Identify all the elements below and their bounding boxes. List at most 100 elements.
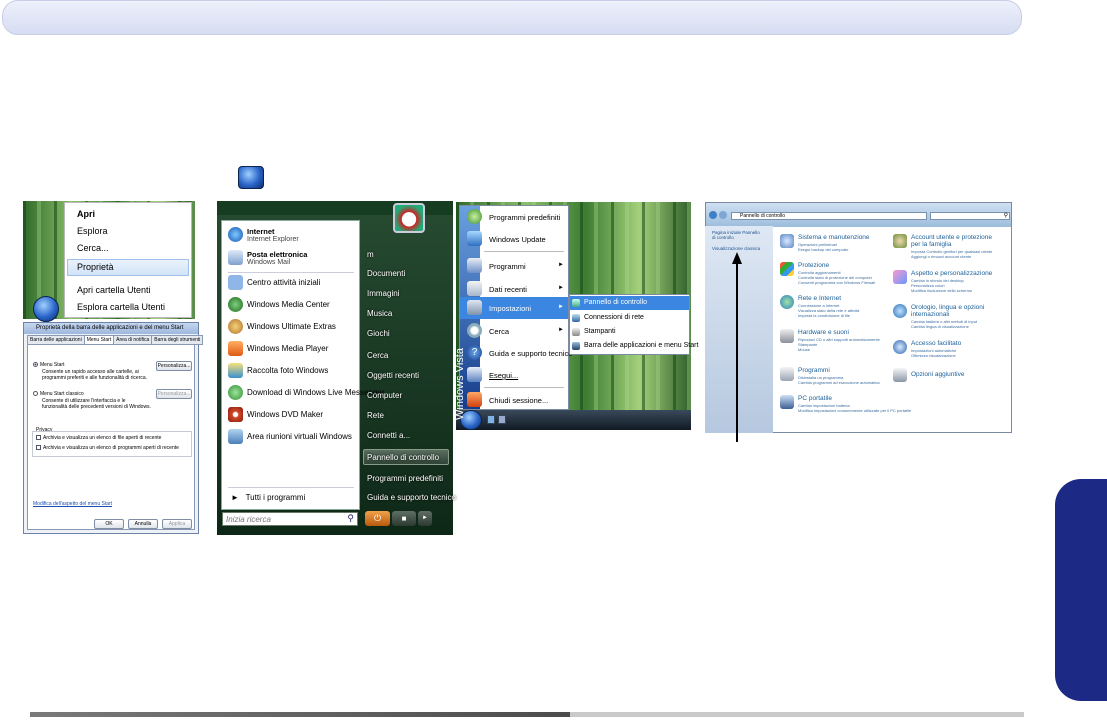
arrow-right-icon: ►	[558, 285, 564, 291]
right-item-help[interactable]: Guida e supporto tecnico	[367, 493, 456, 502]
classic-item-settings[interactable]: Impostazioni ►	[460, 297, 568, 319]
run-icon	[467, 367, 482, 382]
back-icon[interactable]	[709, 211, 717, 219]
quick-launch-icon[interactable]	[487, 415, 495, 424]
classic-item-default-programs[interactable]: Programmi predefiniti	[460, 206, 568, 228]
right-item-computer[interactable]: Computer	[367, 391, 402, 400]
right-item-music[interactable]: Musica	[367, 309, 392, 318]
category-link[interactable]: Ottimizza visualizzazione	[911, 353, 956, 358]
taskbar-icon	[572, 342, 580, 350]
search-icon: ⚲	[1003, 213, 1008, 219]
customize-button-2[interactable]: Personalizza...	[156, 389, 192, 399]
check-recent-files[interactable]: Archivia e visualizza un elenco di file …	[36, 435, 161, 441]
lock-icon[interactable]: ■	[392, 511, 416, 526]
classic-item-run[interactable]: Esegui...	[460, 364, 568, 386]
classic-item-search[interactable]: Cerca ►	[460, 320, 568, 342]
classic-item-help[interactable]: ? Guida e supporto tecnico	[460, 342, 572, 364]
right-item-control-panel[interactable]: Pannello di controllo	[367, 453, 439, 462]
laptop-icon	[780, 395, 794, 409]
program-item[interactable]: Area riunioni virtuali Windows	[222, 427, 361, 447]
sidebar-home-link[interactable]: Pagina iniziale Pannello di controllo	[712, 230, 764, 240]
menu-item-proprieta[interactable]: Proprietà	[77, 262, 114, 272]
quick-launch-icon[interactable]	[498, 415, 506, 424]
forward-icon[interactable]	[719, 211, 727, 219]
clock-globe-icon	[893, 304, 907, 318]
menu-item-cerca[interactable]: Cerca...	[77, 243, 109, 253]
radio-start-menu[interactable]	[33, 362, 38, 367]
footer-bar	[30, 712, 1024, 717]
cancel-button[interactable]: Annulla	[128, 519, 158, 529]
address-bar[interactable]: Pannello di controllo	[731, 212, 927, 220]
category-link[interactable]: Modifica risoluzione dello schermo	[911, 288, 972, 293]
category-title: Protezione	[798, 262, 830, 269]
program-item[interactable]: Windows Media Player	[222, 339, 361, 359]
search-box[interactable]: ⚲	[930, 212, 1010, 220]
classic-item-windows-update[interactable]: Windows Update	[460, 228, 568, 250]
submenu-taskbar-start[interactable]: Barra delle applicazioni e menu Start	[570, 339, 698, 353]
pinned-mail[interactable]: Posta elettronica Windows Mail	[222, 248, 361, 270]
start-menu-appearance-link[interactable]: Modifica dell'aspetto del menu Start	[33, 501, 112, 507]
right-item-connect[interactable]: Connetti a...	[367, 431, 410, 440]
right-item-recent[interactable]: Oggetti recenti	[367, 371, 419, 380]
submenu-label: Pannello di controllo	[584, 299, 648, 306]
start-search-box[interactable]: Inizia ricerca ⚲	[222, 512, 358, 526]
ease-of-access-icon	[893, 340, 907, 354]
classic-item-label: Windows Update	[489, 235, 546, 244]
program-label: Windows Ultimate Extras	[247, 322, 336, 331]
pinned-internet-title: Internet	[247, 227, 275, 236]
program-item[interactable]: Windows DVD Maker	[222, 405, 361, 425]
classic-item-label: Chiudi sessione...	[489, 396, 549, 405]
menu-item-esplora[interactable]: Esplora	[77, 226, 108, 236]
category-link[interactable]: Cambia lingua di visualizzazione	[911, 324, 969, 329]
classic-item-logoff[interactable]: Chiudi sessione...	[460, 389, 568, 411]
sidebar-classic-view-link[interactable]: Visualizzazione classica	[712, 246, 768, 251]
check-recent-programs[interactable]: Archivia e visualizza un elenco di progr…	[36, 445, 179, 451]
submenu-control-panel[interactable]: Pannello di controllo	[570, 296, 689, 310]
category-link[interactable]: Aggiungi o rimuovi account utente	[911, 254, 971, 259]
right-item-documents[interactable]: Documenti	[367, 269, 405, 278]
radio-classic-menu[interactable]	[33, 391, 38, 396]
menu-item-esplora-utenti[interactable]: Esplora cartella Utenti	[77, 302, 165, 312]
start-orb-icon[interactable]	[33, 296, 59, 322]
program-item[interactable]: Raccolta foto Windows	[222, 361, 361, 381]
menu-item-apri[interactable]: Apri	[77, 209, 95, 219]
option-classic-label: Menu Start classico	[40, 391, 84, 397]
category-link[interactable]: Consenti programma con Windows Firewall	[798, 280, 875, 285]
header-bar	[2, 0, 1022, 35]
right-item-pictures[interactable]: Immagini	[367, 289, 399, 298]
category-link[interactable]: Cambia programmi ad esecuzione automatic…	[798, 380, 880, 385]
programs-icon	[467, 258, 482, 273]
submenu-label: Barra delle applicazioni e menu Start	[584, 342, 699, 349]
category-link[interactable]: Modifica impostazioni comunemente utiliz…	[798, 408, 911, 413]
divider	[484, 251, 564, 252]
menu-item-apri-utenti[interactable]: Apri cartella Utenti	[77, 285, 151, 295]
power-options-arrow-icon[interactable]: ►	[418, 511, 432, 526]
program-item[interactable]: Windows Media Center	[222, 295, 361, 315]
right-item-user[interactable]: m	[367, 250, 374, 259]
category-link[interactable]: Mouse	[798, 347, 810, 352]
category-link[interactable]: Esegui backup del computer	[798, 247, 848, 252]
power-icon[interactable]: ⏻	[365, 511, 390, 526]
submenu-network-connections[interactable]: Connessioni di rete	[570, 311, 689, 325]
right-item-search[interactable]: Cerca	[367, 351, 388, 360]
apply-button[interactable]: Applica	[162, 519, 192, 529]
program-item[interactable]: Centro attività iniziali	[222, 273, 361, 293]
pinned-internet[interactable]: Internet Internet Explorer	[222, 225, 361, 247]
category-link[interactable]: Imposta la condivisione di file	[798, 313, 850, 318]
start-search-placeholder: Inizia ricerca	[226, 515, 271, 524]
right-item-network[interactable]: Rete	[367, 411, 384, 420]
dialog-title: Proprietà della barra delle applicazioni…	[24, 323, 198, 334]
all-programs[interactable]: ► Tutti i programmi	[231, 493, 305, 502]
right-item-games[interactable]: Giochi	[367, 329, 390, 338]
submenu-printers[interactable]: Stampanti	[570, 325, 689, 339]
ok-button[interactable]: OK	[94, 519, 124, 529]
program-item[interactable]: Download di Windows Live Messenger	[222, 383, 384, 403]
customize-button-1[interactable]: Personalizza...	[156, 361, 192, 371]
pinned-mail-sub: Windows Mail	[247, 259, 291, 266]
right-item-default-programs[interactable]: Programmi predefiniti	[367, 474, 443, 483]
help-icon: ?	[467, 345, 482, 360]
classic-item-label: Dati recenti	[489, 285, 527, 294]
classic-item-programs[interactable]: Programmi ►	[460, 255, 568, 277]
appearance-icon	[893, 270, 907, 284]
program-item[interactable]: Windows Ultimate Extras	[222, 317, 361, 337]
